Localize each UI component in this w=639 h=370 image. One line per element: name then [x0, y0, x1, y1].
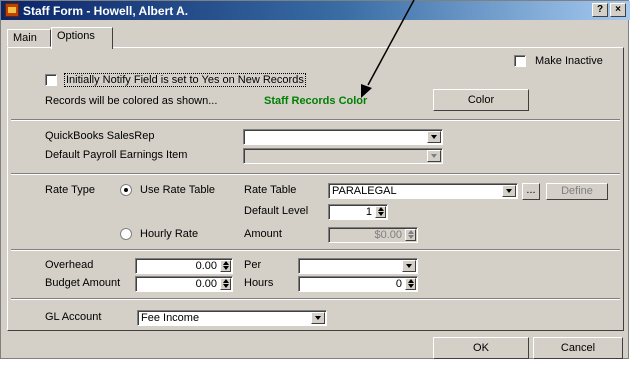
tab-options[interactable]: Options [51, 27, 113, 49]
annotation-arrow [361, 0, 415, 98]
arrow-head-icon [361, 84, 372, 98]
tab-options-label: Options [57, 30, 95, 42]
arrow-shaft [367, 0, 415, 86]
